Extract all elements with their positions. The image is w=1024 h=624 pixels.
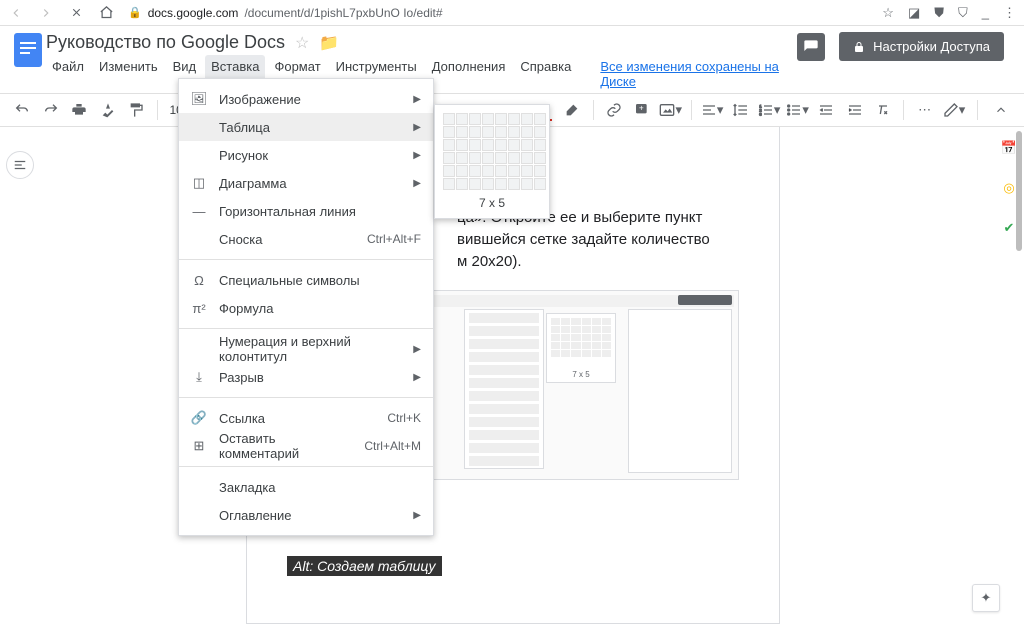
image-icon: 🖼 <box>191 91 207 107</box>
table-grid-label: 7 x 5 <box>443 196 541 210</box>
hr-icon: — <box>191 204 207 219</box>
browser-toolbar: 🔒 docs.google.com/document/d/1pishL7pxbU… <box>0 0 1024 26</box>
numbered-list-icon[interactable]: 123▾ <box>757 97 782 123</box>
menu-item-bookmark[interactable]: Закладка <box>179 473 433 501</box>
share-label: Настройки Доступа <box>873 39 990 54</box>
scrollbar[interactable] <box>1014 127 1022 624</box>
break-icon: ⤓ <box>191 369 207 385</box>
lock-icon: 🔒 <box>128 6 142 19</box>
menu-file[interactable]: Файл <box>46 55 90 93</box>
insert-menu: 🖼Изображение▶ Таблица▶ Рисунок▶ ◫Диаграм… <box>178 78 434 536</box>
chart-icon: ◫ <box>191 175 207 191</box>
saved-link[interactable]: Все изменения сохранены на Диске <box>594 55 797 93</box>
edit-mode-icon[interactable]: ▾ <box>941 97 967 123</box>
home-icon[interactable] <box>98 5 114 21</box>
menu-item-break[interactable]: ⤓Разрыв▶ <box>179 363 433 391</box>
ext-icon-1[interactable]: ◪ <box>908 5 920 21</box>
highlight-icon[interactable] <box>560 97 585 123</box>
folder-icon[interactable]: 📁 <box>319 33 339 53</box>
more-icon[interactable]: ⋯ <box>912 97 937 123</box>
star-doc-icon[interactable]: ☆ <box>295 33 309 53</box>
print-icon[interactable] <box>67 97 92 123</box>
address-bar[interactable]: 🔒 docs.google.com/document/d/1pishL7pxbU… <box>128 6 868 20</box>
ext-icon-3[interactable]: ⛉ <box>958 5 968 21</box>
menu-item-footnote[interactable]: СноскаCtrl+Alt+F <box>179 225 433 253</box>
menu-item-toc[interactable]: Оглавление▶ <box>179 501 433 529</box>
menu-addons[interactable]: Дополнения <box>426 55 512 93</box>
lock-icon <box>853 41 865 53</box>
menu-item-hr[interactable]: —Горизонтальная линия <box>179 197 433 225</box>
browser-right: ☆ ◪ ⛊ ⛉ _ ⋮ <box>882 5 1016 21</box>
omega-icon: Ω <box>191 273 207 288</box>
paint-format-icon[interactable] <box>124 97 149 123</box>
menu-help[interactable]: Справка <box>514 55 577 93</box>
comment-mi-icon: ⊞ <box>191 438 207 454</box>
docs-header: Руководство по Google Docs ☆ 📁 Файл Изме… <box>0 26 1024 93</box>
doc-title[interactable]: Руководство по Google Docs <box>46 32 285 53</box>
menu-edit[interactable]: Изменить <box>93 55 164 93</box>
link-mi-icon: 🔗 <box>191 410 207 426</box>
menu-item-formula[interactable]: π²Формула <box>179 294 433 322</box>
menu-item-table[interactable]: Таблица▶ <box>179 113 433 141</box>
docs-logo-icon[interactable] <box>10 32 46 68</box>
alt-caption: Alt: Создаем таблицу <box>287 556 442 576</box>
redo-icon[interactable] <box>39 97 64 123</box>
collapse-icon[interactable] <box>988 97 1014 123</box>
outdent-icon[interactable] <box>814 97 839 123</box>
indent-icon[interactable] <box>842 97 867 123</box>
menu-item-drawing[interactable]: Рисунок▶ <box>179 141 433 169</box>
embedded-grid-label: 7 x 5 <box>547 370 615 379</box>
menu-item-comment[interactable]: ⊞Оставить комментарийCtrl+Alt+M <box>179 432 433 460</box>
menu-item-link[interactable]: 🔗СсылкаCtrl+K <box>179 404 433 432</box>
table-grid[interactable] <box>443 113 541 190</box>
pi-icon: π² <box>191 301 207 316</box>
link-icon[interactable] <box>601 97 626 123</box>
url-host: docs.google.com <box>148 6 239 20</box>
insert-image-icon[interactable]: ▾ <box>658 97 683 123</box>
menu-item-image[interactable]: 🖼Изображение▶ <box>179 85 433 113</box>
clear-format-icon[interactable] <box>871 97 896 123</box>
menu-item-special[interactable]: ΩСпециальные символы <box>179 266 433 294</box>
body-text-2: вившейся сетке задайте количество <box>457 231 710 248</box>
star-icon[interactable]: ☆ <box>882 5 894 21</box>
url-path: /document/d/1pishL7pxbUnO Io/edit# <box>244 6 442 20</box>
svg-text:3: 3 <box>759 111 762 116</box>
minimize-icon[interactable]: _ <box>982 5 989 20</box>
spellcheck-icon[interactable] <box>96 97 121 123</box>
body-text-3: м 20x20). <box>457 253 522 270</box>
svg-text:+: + <box>639 104 644 113</box>
menu-item-header[interactable]: Нумерация и верхний колонтитул▶ <box>179 335 433 363</box>
table-size-picker[interactable]: 7 x 5 <box>434 104 550 219</box>
back-icon[interactable] <box>8 5 24 21</box>
undo-icon[interactable] <box>10 97 35 123</box>
add-comment-icon[interactable]: + <box>630 97 655 123</box>
forward-icon[interactable] <box>38 5 54 21</box>
ext-icon-2[interactable]: ⛊ <box>934 5 944 21</box>
outline-toggle-icon[interactable] <box>6 151 34 179</box>
comments-button[interactable] <box>797 33 825 61</box>
menu-item-chart[interactable]: ◫Диаграмма▶ <box>179 169 433 197</box>
explore-button[interactable]: ✦ <box>972 584 1000 612</box>
share-button[interactable]: Настройки Доступа <box>839 32 1004 61</box>
menu-dots-icon[interactable]: ⋮ <box>1003 5 1016 21</box>
line-spacing-icon[interactable] <box>728 97 753 123</box>
bullet-list-icon[interactable]: ▾ <box>785 97 810 123</box>
stop-icon[interactable] <box>68 5 84 21</box>
align-icon[interactable]: ▾ <box>700 97 725 123</box>
